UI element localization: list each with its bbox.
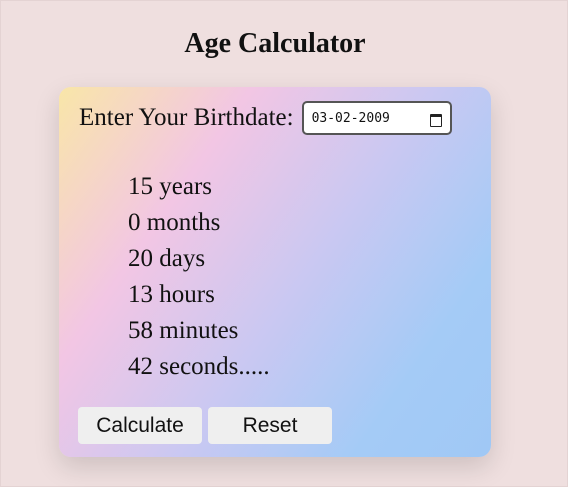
result-hours: 13 hours (128, 281, 215, 308)
age-result-list: 15 years 0 months 20 days 13 hours 58 mi… (128, 169, 270, 385)
result-months: 0 months (128, 209, 221, 236)
birthdate-label: Enter Your Birthdate: (79, 104, 294, 131)
birthdate-input[interactable]: 03-02-2009 (301, 101, 452, 135)
page-title: Age Calculator (184, 28, 366, 59)
birthdate-row: Enter Your Birthdate: 03-02-2009 (79, 101, 452, 135)
result-years: 15 years (128, 173, 212, 200)
result-seconds: 42 seconds..... (128, 353, 270, 380)
calculate-button[interactable]: Calculate (78, 407, 202, 444)
calendar-icon[interactable] (429, 112, 442, 127)
result-days: 20 days (128, 245, 206, 272)
birthdate-value[interactable]: 03-02-2009 (312, 111, 390, 126)
reset-button[interactable]: Reset (208, 407, 332, 444)
result-minutes: 58 minutes (128, 317, 239, 344)
calculator-card: Enter Your Birthdate: 03-02-2009 15 year… (59, 87, 491, 457)
